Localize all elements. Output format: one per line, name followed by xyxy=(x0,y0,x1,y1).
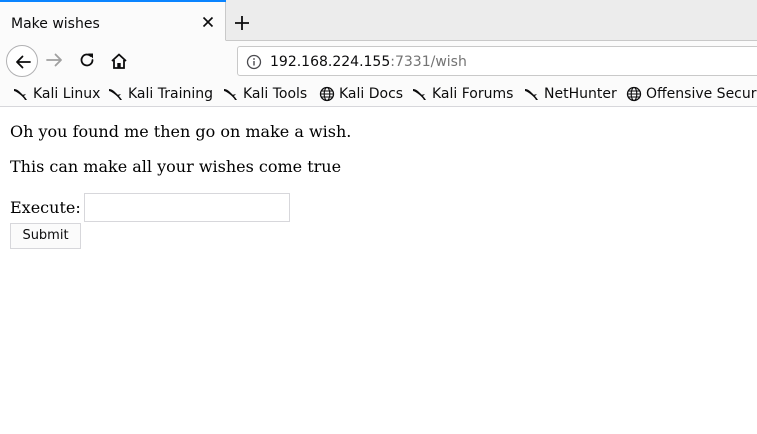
bookmark-label: Kali Tools xyxy=(243,86,308,102)
active-tab-indicator xyxy=(0,0,226,2)
tab-strip: Make wishes xyxy=(0,0,757,41)
execute-label: Execute: xyxy=(10,198,81,217)
globe-icon xyxy=(626,86,642,102)
kali-dragon-icon xyxy=(413,89,426,100)
url-path: :7331/wish xyxy=(390,54,467,70)
url-host: 192.168.224.155 xyxy=(270,54,391,70)
forward-arrow-icon[interactable] xyxy=(45,50,65,70)
globe-icon xyxy=(319,86,335,102)
submit-button[interactable]: Submit xyxy=(10,223,81,249)
execute-input[interactable] xyxy=(84,193,290,222)
info-icon[interactable] xyxy=(246,54,262,70)
plus-icon[interactable] xyxy=(232,13,252,33)
subtitle-text: This can make all your wishes come true xyxy=(10,157,342,176)
bookmark-label: Kali Forums xyxy=(432,86,514,102)
back-button[interactable] xyxy=(6,45,38,77)
address-bar[interactable]: 192.168.224.155:7331/wish xyxy=(237,46,757,76)
navigation-toolbar: 192.168.224.155:7331/wish xyxy=(0,41,757,81)
home-icon[interactable] xyxy=(109,51,129,71)
bookmark-label: Kali Linux xyxy=(33,86,101,102)
kali-dragon-icon xyxy=(109,89,122,100)
bookmark-label: Offensive Securit xyxy=(646,86,757,102)
bookmark-label: Kali Docs xyxy=(339,86,404,102)
url-text: 192.168.224.155:7331/wish xyxy=(270,53,467,71)
bookmark-label: NetHunter xyxy=(544,86,617,102)
kali-dragon-icon xyxy=(224,89,237,100)
tab-make-wishes[interactable]: Make wishes xyxy=(0,0,226,41)
tab-title: Make wishes xyxy=(11,16,100,32)
kali-dragon-icon xyxy=(14,89,27,100)
back-arrow-icon xyxy=(16,55,31,69)
reload-icon[interactable] xyxy=(78,51,96,69)
kali-dragon-icon xyxy=(525,89,538,100)
bookmark-label: Kali Training xyxy=(128,86,213,102)
page-content: Oh you found me then go on make a wish. … xyxy=(0,108,757,434)
close-icon[interactable] xyxy=(200,14,216,30)
bookmarks-toolbar: Kali Linux Kali Training Kali Tools Kali… xyxy=(0,81,757,107)
intro-text: Oh you found me then go on make a wish. xyxy=(10,122,352,141)
